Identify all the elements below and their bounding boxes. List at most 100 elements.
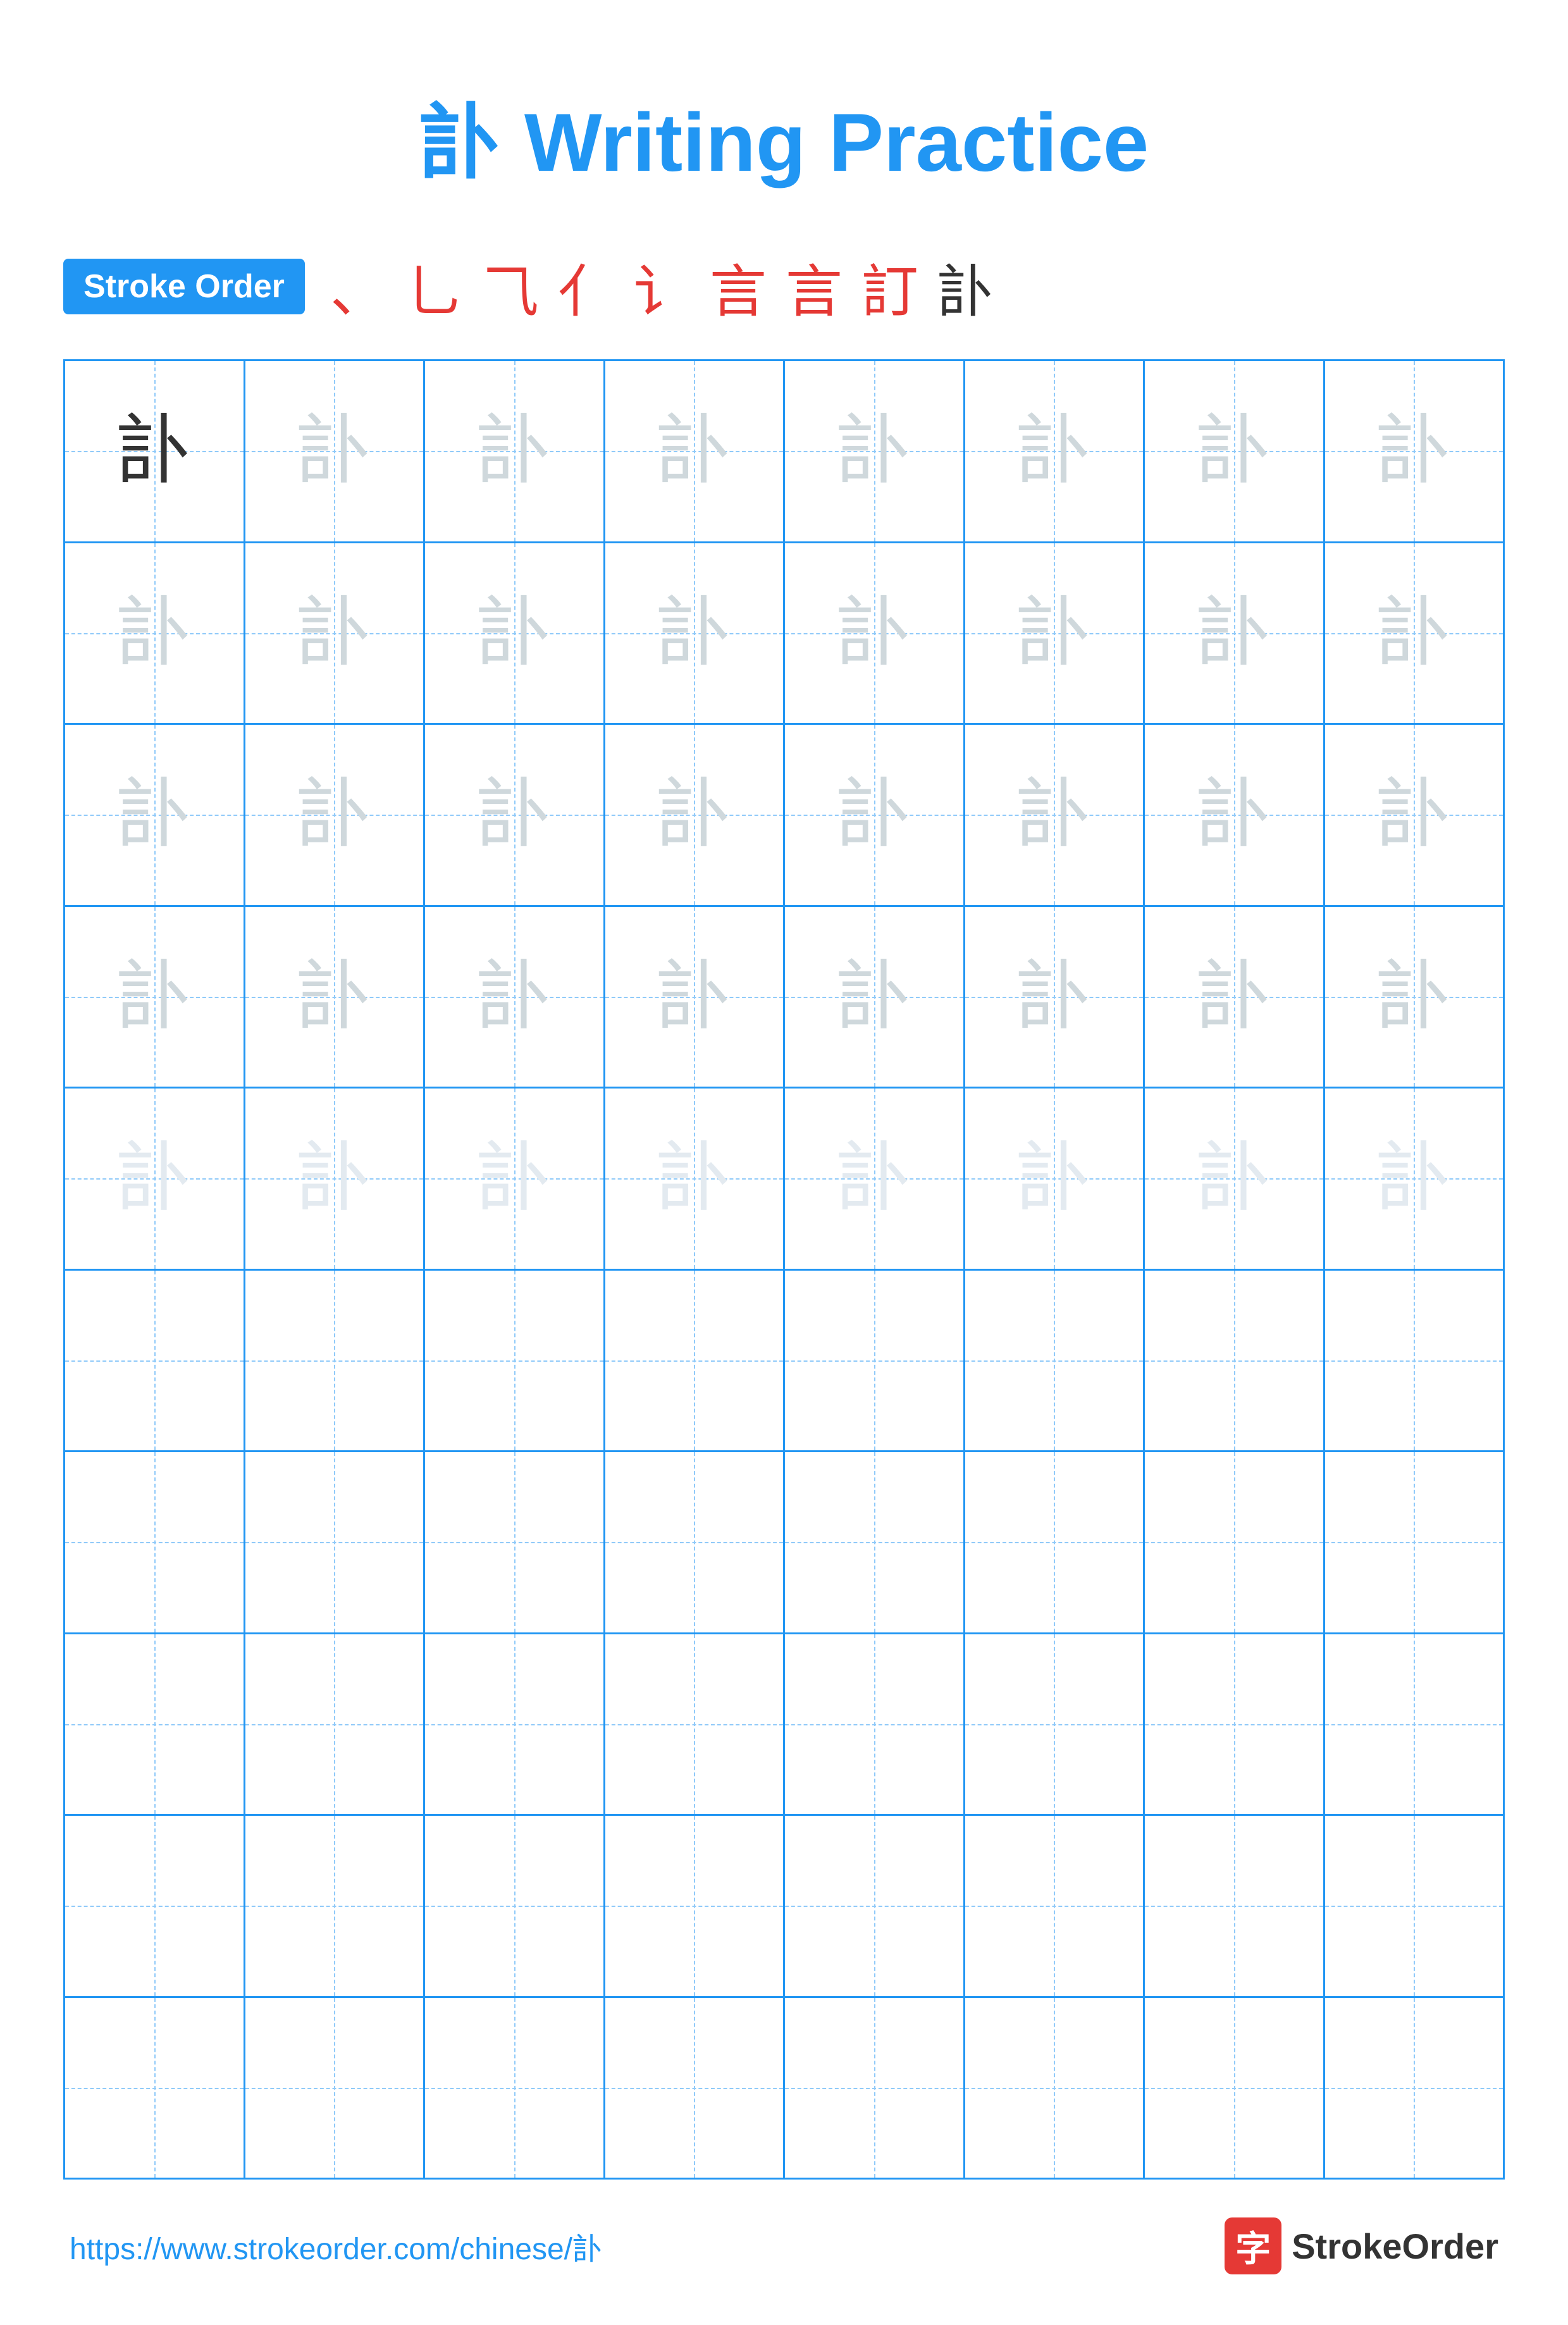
grid-cell-2-4[interactable]: 訃 — [605, 543, 786, 724]
grid-cell-3-5[interactable]: 訃 — [785, 725, 965, 905]
grid-cell-2-7[interactable]: 訃 — [1145, 543, 1325, 724]
char-light: 訃 — [836, 959, 912, 1035]
grid-cell-8-6[interactable] — [965, 1634, 1145, 1815]
grid-cell-10-5[interactable] — [785, 1998, 965, 2178]
grid-cell-1-2[interactable]: 訃 — [245, 361, 426, 541]
grid-cell-2-5[interactable]: 訃 — [785, 543, 965, 724]
grid-cell-6-8[interactable] — [1325, 1271, 1503, 1451]
grid-cell-2-1[interactable]: 訃 — [65, 543, 245, 724]
grid-cell-5-3[interactable]: 訃 — [425, 1088, 605, 1269]
grid-cell-5-5[interactable]: 訃 — [785, 1088, 965, 1269]
grid-cell-6-1[interactable] — [65, 1271, 245, 1451]
char-light: 訃 — [656, 777, 732, 853]
grid-row-9 — [65, 1816, 1503, 1998]
grid-cell-1-6[interactable]: 訃 — [965, 361, 1145, 541]
char-light: 訃 — [1196, 959, 1272, 1035]
grid-cell-6-2[interactable] — [245, 1271, 426, 1451]
grid-cell-2-6[interactable]: 訃 — [965, 543, 1145, 724]
grid-cell-10-1[interactable] — [65, 1998, 245, 2178]
stroke-order-chars: 、 ⺃ ⺄ ⺅ 讠 言 言 訂 訃 — [330, 245, 994, 328]
grid-cell-4-1[interactable]: 訃 — [65, 907, 245, 1087]
grid-cell-1-1[interactable]: 訃 — [65, 361, 245, 541]
grid-cell-10-7[interactable] — [1145, 1998, 1325, 2178]
char-light: 訃 — [476, 777, 552, 853]
grid-cell-4-7[interactable]: 訃 — [1145, 907, 1325, 1087]
grid-cell-1-5[interactable]: 訃 — [785, 361, 965, 541]
grid-cell-7-3[interactable] — [425, 1452, 605, 1632]
grid-cell-9-4[interactable] — [605, 1816, 786, 1996]
grid-cell-3-3[interactable]: 訃 — [425, 725, 605, 905]
grid-cell-5-2[interactable]: 訃 — [245, 1088, 426, 1269]
grid-cell-4-6[interactable]: 訃 — [965, 907, 1145, 1087]
char-vlight: 訃 — [656, 1140, 732, 1216]
grid-cell-3-2[interactable]: 訃 — [245, 725, 426, 905]
grid-cell-5-6[interactable]: 訃 — [965, 1088, 1145, 1269]
grid-cell-4-2[interactable]: 訃 — [245, 907, 426, 1087]
grid-cell-8-3[interactable] — [425, 1634, 605, 1815]
grid-cell-9-1[interactable] — [65, 1816, 245, 1996]
grid-cell-6-6[interactable] — [965, 1271, 1145, 1451]
grid-cell-10-4[interactable] — [605, 1998, 786, 2178]
grid-cell-3-7[interactable]: 訃 — [1145, 725, 1325, 905]
char-light: 訃 — [476, 413, 552, 489]
char-light: 訃 — [296, 777, 372, 853]
grid-cell-9-3[interactable] — [425, 1816, 605, 1996]
grid-cell-7-4[interactable] — [605, 1452, 786, 1632]
char-vlight: 訃 — [116, 1140, 192, 1216]
grid-cell-3-6[interactable]: 訃 — [965, 725, 1145, 905]
grid-cell-1-3[interactable]: 訃 — [425, 361, 605, 541]
grid-cell-5-4[interactable]: 訃 — [605, 1088, 786, 1269]
grid-row-7 — [65, 1452, 1503, 1634]
grid-cell-6-5[interactable] — [785, 1271, 965, 1451]
footer-url[interactable]: https://www.strokeorder.com/chinese/訃 — [70, 2224, 603, 2268]
grid-cell-9-6[interactable] — [965, 1816, 1145, 1996]
grid-cell-1-7[interactable]: 訃 — [1145, 361, 1325, 541]
grid-cell-3-1[interactable]: 訃 — [65, 725, 245, 905]
grid-cell-10-6[interactable] — [965, 1998, 1145, 2178]
grid-cell-9-2[interactable] — [245, 1816, 426, 1996]
grid-cell-4-5[interactable]: 訃 — [785, 907, 965, 1087]
grid-cell-8-7[interactable] — [1145, 1634, 1325, 1815]
grid-cell-8-1[interactable] — [65, 1634, 245, 1815]
grid-cell-10-3[interactable] — [425, 1998, 605, 2178]
grid-cell-10-2[interactable] — [245, 1998, 426, 2178]
grid-cell-1-8[interactable]: 訃 — [1325, 361, 1503, 541]
grid-cell-8-4[interactable] — [605, 1634, 786, 1815]
grid-cell-2-3[interactable]: 訃 — [425, 543, 605, 724]
grid-cell-6-4[interactable] — [605, 1271, 786, 1451]
grid-cell-5-1[interactable]: 訃 — [65, 1088, 245, 1269]
grid-cell-8-5[interactable] — [785, 1634, 965, 1815]
grid-cell-4-8[interactable]: 訃 — [1325, 907, 1503, 1087]
char-light: 訃 — [836, 413, 912, 489]
grid-cell-7-2[interactable] — [245, 1452, 426, 1632]
grid-cell-2-2[interactable]: 訃 — [245, 543, 426, 724]
grid-cell-5-8[interactable]: 訃 — [1325, 1088, 1503, 1269]
grid-cell-1-4[interactable]: 訃 — [605, 361, 786, 541]
grid-cell-6-3[interactable] — [425, 1271, 605, 1451]
grid-cell-4-3[interactable]: 訃 — [425, 907, 605, 1087]
grid-cell-8-8[interactable] — [1325, 1634, 1503, 1815]
grid-cell-7-1[interactable] — [65, 1452, 245, 1632]
grid-cell-2-8[interactable]: 訃 — [1325, 543, 1503, 724]
char-vlight: 訃 — [836, 1140, 912, 1216]
grid-cell-9-7[interactable] — [1145, 1816, 1325, 1996]
grid-cell-8-2[interactable] — [245, 1634, 426, 1815]
stroke-9: 訃 — [937, 245, 994, 328]
grid-cell-3-8[interactable]: 訃 — [1325, 725, 1503, 905]
grid-cell-7-5[interactable] — [785, 1452, 965, 1632]
char-light: 訃 — [476, 595, 552, 671]
grid-cell-7-6[interactable] — [965, 1452, 1145, 1632]
footer: https://www.strokeorder.com/chinese/訃 字 … — [63, 2217, 1505, 2274]
char-light: 訃 — [296, 413, 372, 489]
grid-cell-7-8[interactable] — [1325, 1452, 1503, 1632]
grid-cell-6-7[interactable] — [1145, 1271, 1325, 1451]
grid-cell-10-8[interactable] — [1325, 1998, 1503, 2178]
grid-cell-9-5[interactable] — [785, 1816, 965, 1996]
grid-cell-3-4[interactable]: 訃 — [605, 725, 786, 905]
char-light: 訃 — [836, 595, 912, 671]
grid-cell-5-7[interactable]: 訃 — [1145, 1088, 1325, 1269]
grid-cell-4-4[interactable]: 訃 — [605, 907, 786, 1087]
stroke-5: 讠 — [634, 245, 691, 328]
grid-cell-7-7[interactable] — [1145, 1452, 1325, 1632]
grid-cell-9-8[interactable] — [1325, 1816, 1503, 1996]
